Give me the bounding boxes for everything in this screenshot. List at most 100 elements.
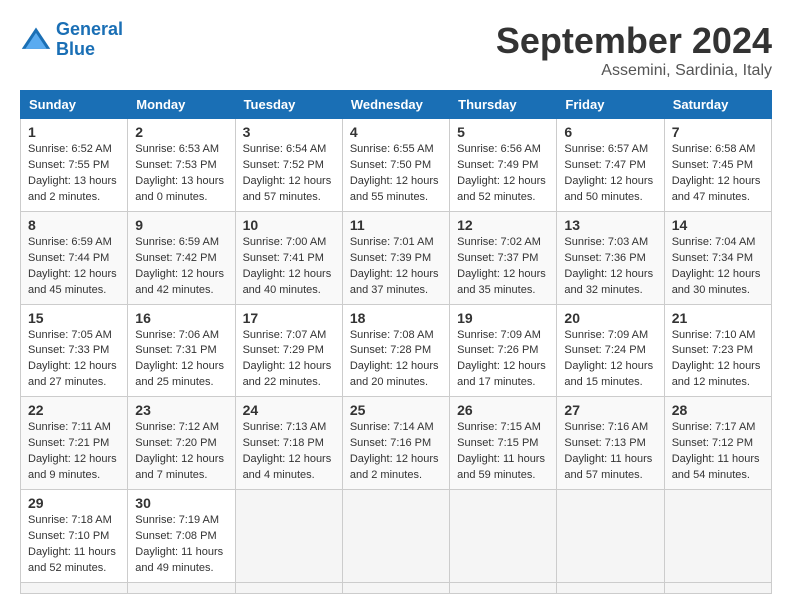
day-number: 14: [672, 217, 764, 233]
calendar-row-4: 22 Sunrise: 7:11 AMSunset: 7:21 PMDayligh…: [21, 397, 772, 490]
calendar-cell: [235, 582, 342, 593]
day-info: Sunrise: 7:15 AMSunset: 7:15 PMDaylight:…: [457, 420, 549, 484]
calendar-table: Sunday Monday Tuesday Wednesday Thursday…: [20, 90, 772, 594]
day-info: Sunrise: 7:05 AMSunset: 7:33 PMDaylight:…: [28, 328, 120, 392]
day-info: Sunrise: 7:17 AMSunset: 7:12 PMDaylight:…: [672, 420, 764, 484]
title-block: September 2024 Assemini, Sardinia, Italy: [496, 20, 772, 80]
calendar-cell: 24 Sunrise: 7:13 AMSunset: 7:18 PMDayligh…: [235, 397, 342, 490]
calendar-cell: 5Sunrise: 6:56 AMSunset: 7:49 PMDaylight…: [450, 119, 557, 212]
calendar-cell: 28 Sunrise: 7:17 AMSunset: 7:12 PMDayligh…: [664, 397, 771, 490]
logo: General Blue: [20, 20, 123, 60]
day-number: 12: [457, 217, 549, 233]
day-info: Sunrise: 6:55 AMSunset: 7:50 PMDaylight:…: [350, 142, 442, 206]
calendar-cell: [557, 490, 664, 583]
col-tuesday: Tuesday: [235, 91, 342, 119]
calendar-cell: [557, 582, 664, 593]
day-number: 15: [28, 310, 120, 326]
calendar-cell: 19 Sunrise: 7:09 AMSunset: 7:26 PMDayligh…: [450, 304, 557, 397]
calendar-cell: [450, 582, 557, 593]
calendar-row-6: [21, 582, 772, 593]
day-number: 4: [350, 124, 442, 140]
day-number: 7: [672, 124, 764, 140]
calendar-row-5: 29 Sunrise: 7:18 AMSunset: 7:10 PMDayligh…: [21, 490, 772, 583]
calendar-cell: 22 Sunrise: 7:11 AMSunset: 7:21 PMDayligh…: [21, 397, 128, 490]
day-info: Sunrise: 6:59 AMSunset: 7:44 PMDaylight:…: [28, 235, 120, 299]
calendar-cell: 23Sunrise: 7:12 AMSunset: 7:20 PMDayligh…: [128, 397, 235, 490]
calendar-cell: 10Sunrise: 7:00 AMSunset: 7:41 PMDayligh…: [235, 211, 342, 304]
calendar-cell: [342, 490, 449, 583]
logo-blue: Blue: [56, 39, 95, 59]
calendar-cell: [235, 490, 342, 583]
calendar-cell: 11 Sunrise: 7:01 AMSunset: 7:39 PMDayligh…: [342, 211, 449, 304]
day-number: 30: [135, 495, 227, 511]
calendar-cell: [128, 582, 235, 593]
day-info: Sunrise: 6:58 AMSunset: 7:45 PMDaylight:…: [672, 142, 764, 206]
calendar-cell: [21, 582, 128, 593]
calendar-cell: 7 Sunrise: 6:58 AMSunset: 7:45 PMDaylight…: [664, 119, 771, 212]
calendar-cell: 21 Sunrise: 7:10 AMSunset: 7:23 PMDayligh…: [664, 304, 771, 397]
calendar-cell: [664, 490, 771, 583]
day-number: 3: [243, 124, 335, 140]
day-info: Sunrise: 7:14 AMSunset: 7:16 PMDaylight:…: [350, 420, 442, 484]
day-number: 6: [564, 124, 656, 140]
day-info: Sunrise: 7:07 AMSunset: 7:29 PMDaylight:…: [243, 328, 335, 392]
col-wednesday: Wednesday: [342, 91, 449, 119]
day-number: 21: [672, 310, 764, 326]
day-info: Sunrise: 7:04 AMSunset: 7:34 PMDaylight:…: [672, 235, 764, 299]
calendar-cell: 30Sunrise: 7:19 AMSunset: 7:08 PMDayligh…: [128, 490, 235, 583]
col-saturday: Saturday: [664, 91, 771, 119]
day-number: 24: [243, 402, 335, 418]
calendar-cell: 1Sunrise: 6:52 AMSunset: 7:55 PMDaylight…: [21, 119, 128, 212]
day-number: 11: [350, 217, 442, 233]
day-info: Sunrise: 7:09 AMSunset: 7:26 PMDaylight:…: [457, 328, 549, 392]
calendar-cell: 27Sunrise: 7:16 AMSunset: 7:13 PMDayligh…: [557, 397, 664, 490]
day-info: Sunrise: 7:06 AMSunset: 7:31 PMDaylight:…: [135, 328, 227, 392]
logo-icon: [20, 24, 52, 56]
calendar-cell: 3Sunrise: 6:54 AMSunset: 7:52 PMDaylight…: [235, 119, 342, 212]
day-number: 22: [28, 402, 120, 418]
day-info: Sunrise: 7:03 AMSunset: 7:36 PMDaylight:…: [564, 235, 656, 299]
day-info: Sunrise: 7:10 AMSunset: 7:23 PMDaylight:…: [672, 328, 764, 392]
day-number: 13: [564, 217, 656, 233]
day-info: Sunrise: 7:02 AMSunset: 7:37 PMDaylight:…: [457, 235, 549, 299]
day-info: Sunrise: 6:59 AMSunset: 7:42 PMDaylight:…: [135, 235, 227, 299]
day-info: Sunrise: 6:52 AMSunset: 7:55 PMDaylight:…: [28, 142, 120, 206]
day-number: 9: [135, 217, 227, 233]
calendar-cell: 9 Sunrise: 6:59 AMSunset: 7:42 PMDaylight…: [128, 211, 235, 304]
day-info: Sunrise: 7:01 AMSunset: 7:39 PMDaylight:…: [350, 235, 442, 299]
day-number: 16: [135, 310, 227, 326]
calendar-cell: 2Sunrise: 6:53 AMSunset: 7:53 PMDaylight…: [128, 119, 235, 212]
day-number: 8: [28, 217, 120, 233]
day-number: 28: [672, 402, 764, 418]
calendar-cell: 29 Sunrise: 7:18 AMSunset: 7:10 PMDayligh…: [21, 490, 128, 583]
calendar-cell: 13 Sunrise: 7:03 AMSunset: 7:36 PMDayligh…: [557, 211, 664, 304]
day-number: 19: [457, 310, 549, 326]
day-info: Sunrise: 7:08 AMSunset: 7:28 PMDaylight:…: [350, 328, 442, 392]
calendar-cell: 20Sunrise: 7:09 AMSunset: 7:24 PMDayligh…: [557, 304, 664, 397]
calendar-cell: 15 Sunrise: 7:05 AMSunset: 7:33 PMDayligh…: [21, 304, 128, 397]
calendar-cell: 18Sunrise: 7:08 AMSunset: 7:28 PMDayligh…: [342, 304, 449, 397]
day-info: Sunrise: 7:16 AMSunset: 7:13 PMDaylight:…: [564, 420, 656, 484]
calendar-cell: 14 Sunrise: 7:04 AMSunset: 7:34 PMDayligh…: [664, 211, 771, 304]
calendar-cell: 25Sunrise: 7:14 AMSunset: 7:16 PMDayligh…: [342, 397, 449, 490]
day-info: Sunrise: 6:53 AMSunset: 7:53 PMDaylight:…: [135, 142, 227, 206]
day-info: Sunrise: 7:18 AMSunset: 7:10 PMDaylight:…: [28, 513, 120, 577]
day-number: 17: [243, 310, 335, 326]
day-info: Sunrise: 7:11 AMSunset: 7:21 PMDaylight:…: [28, 420, 120, 484]
calendar-row-1: 1Sunrise: 6:52 AMSunset: 7:55 PMDaylight…: [21, 119, 772, 212]
calendar-cell: [664, 582, 771, 593]
day-number: 29: [28, 495, 120, 511]
col-friday: Friday: [557, 91, 664, 119]
day-info: Sunrise: 7:09 AMSunset: 7:24 PMDaylight:…: [564, 328, 656, 392]
calendar-cell: [450, 490, 557, 583]
col-sunday: Sunday: [21, 91, 128, 119]
calendar-cell: 17 Sunrise: 7:07 AMSunset: 7:29 PMDayligh…: [235, 304, 342, 397]
day-info: Sunrise: 6:57 AMSunset: 7:47 PMDaylight:…: [564, 142, 656, 206]
location: Assemini, Sardinia, Italy: [496, 62, 772, 80]
col-monday: Monday: [128, 91, 235, 119]
day-number: 23: [135, 402, 227, 418]
day-info: Sunrise: 7:00 AMSunset: 7:41 PMDaylight:…: [243, 235, 335, 299]
day-info: Sunrise: 7:13 AMSunset: 7:18 PMDaylight:…: [243, 420, 335, 484]
col-thursday: Thursday: [450, 91, 557, 119]
calendar-row-3: 15 Sunrise: 7:05 AMSunset: 7:33 PMDayligh…: [21, 304, 772, 397]
